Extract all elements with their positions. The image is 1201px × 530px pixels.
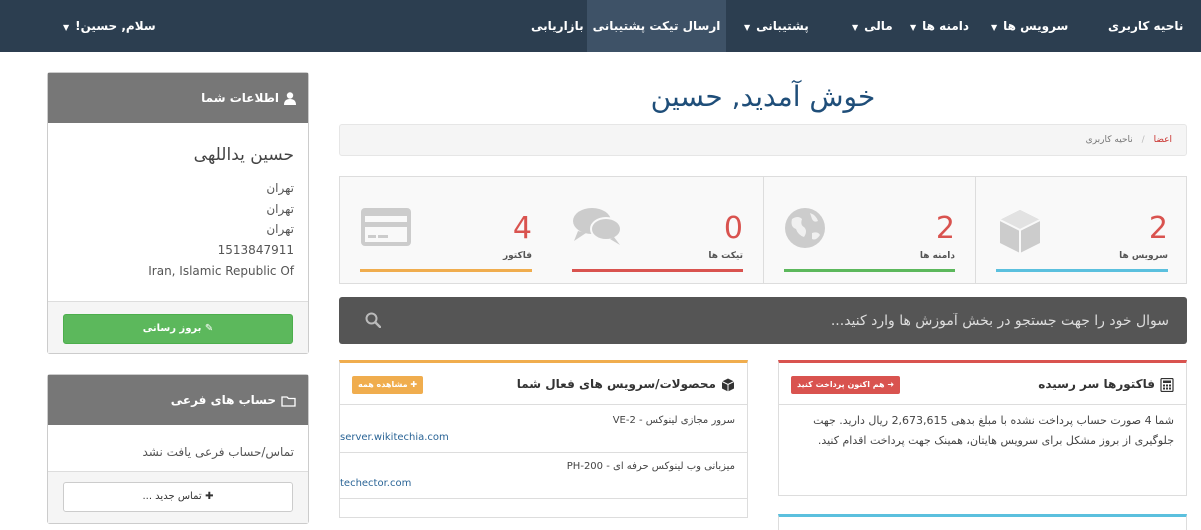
arrow-right-icon: ➜	[884, 380, 895, 389]
view-all-label: مشاهده همه	[358, 380, 408, 389]
stat-domains-label: دامنه ها	[919, 251, 955, 261]
stat-invoices-label: فاکتور	[502, 251, 532, 261]
contacts-panel: حساب های فرعی تماس/حساب فرعی یافت نشد ✚ …	[47, 374, 309, 524]
list-item[interactable]: میزبانی وب لینوکس حرفه ای - PH-200 teche…	[340, 453, 747, 499]
breadcrumb: اعضا / ناحیه کاربری	[339, 124, 1187, 156]
product-name: میزبانی وب لینوکس حرفه ای - PH-200	[566, 461, 735, 472]
profile-address-1: تهران	[266, 181, 294, 195]
profile-address-3: تهران	[266, 222, 294, 236]
stat-tile-domains[interactable]: 2 دامنه ها	[764, 177, 976, 283]
comments-icon	[573, 208, 622, 245]
profile-panel-footer: ✎ بروز رسانی	[48, 301, 308, 353]
nav-open-ticket-label: ارسال تیکت پشتیبانی	[592, 19, 721, 33]
stat-services-label: سرویس ها	[1119, 251, 1168, 261]
nav-greeting-label: سلام, حسین!	[75, 19, 156, 33]
stat-tile-tickets[interactable]: 0 تیکت ها	[552, 177, 764, 283]
chevron-down-icon: ▼	[63, 23, 70, 32]
credit-card-icon	[361, 208, 411, 246]
stat-invoices-count: 4	[512, 211, 532, 246]
kb-search-input[interactable]	[389, 297, 1169, 344]
breadcrumb-separator: /	[1141, 135, 1145, 145]
stat-services-bar	[996, 269, 1168, 272]
stat-tile-invoices[interactable]: 4 فاکتور	[340, 177, 552, 283]
chevron-down-icon: ▼	[910, 23, 917, 32]
globe-icon	[785, 208, 825, 248]
nav-affiliates-label: بازاریابی	[531, 19, 584, 33]
profile-panel: اطلاعات شما حسین یداللهی تهران تهران تهر…	[47, 72, 309, 354]
active-products-card: محصولات/سرویس های فعال شما ✚ مشاهده همه …	[339, 360, 748, 518]
next-card	[778, 514, 1187, 530]
nav-user-area-label: ناحیه کاربری	[1108, 19, 1184, 33]
nav-billing[interactable]: مالی ▼	[852, 0, 893, 52]
list-item[interactable]: سرور مجازی لینوکس - VE-2 server.wikitech…	[340, 407, 747, 453]
cube-icon	[721, 378, 735, 391]
user-icon	[284, 92, 296, 105]
calculator-icon	[1160, 377, 1174, 392]
chevron-down-icon: ▼	[852, 23, 859, 32]
nav-services-label: سرویس ها	[1003, 19, 1069, 33]
nav-support[interactable]: پشتیبانی ▼	[744, 0, 809, 52]
profile-postcode: 1513847911	[217, 243, 294, 257]
folder-icon	[281, 395, 296, 407]
pay-now-label: هم اکنون پرداخت کنید	[797, 380, 885, 389]
nav-open-ticket[interactable]: ارسال تیکت پشتیبانی	[587, 0, 726, 52]
stat-tile-services[interactable]: 2 سرویس ها	[976, 177, 1188, 283]
new-contact-button[interactable]: ✚ تماس جدید ...	[63, 482, 293, 512]
nav-domains-label: دامنه ها	[922, 19, 970, 33]
pencil-icon: ✎	[201, 323, 214, 334]
client-area-page: ناحیه کاربری سرویس ها ▼ دامنه ها ▼ مالی ▼ پ…	[0, 0, 1201, 530]
new-contact-label: تماس جدید ...	[142, 491, 202, 502]
stat-domains-count: 2	[935, 211, 955, 246]
stat-invoices-bar	[360, 269, 532, 272]
breadcrumb-current: ناحیه کاربری	[1085, 135, 1133, 145]
chevron-down-icon: ▼	[744, 23, 751, 32]
active-products-header: محصولات/سرویس های فعال شما ✚ مشاهده همه	[340, 363, 747, 405]
update-profile-button[interactable]: ✎ بروز رسانی	[63, 314, 293, 344]
contacts-panel-title: حساب های فرعی	[170, 393, 276, 407]
contacts-panel-footer: ✚ تماس جدید ...	[48, 471, 308, 523]
nav-support-label: پشتیبانی	[756, 19, 809, 33]
cube-icon	[999, 210, 1041, 253]
search-icon[interactable]	[365, 312, 381, 328]
stats-row: 2 سرویس ها 2 دامنه ها 0 تیکت ها 4 فاکتور	[339, 176, 1187, 284]
product-name: سرور مجازی لینوکس - VE-2	[612, 415, 735, 426]
overdue-invoices-card: فاکتورها سر رسیده ➜ هم اکنون پرداخت کنید…	[778, 360, 1187, 496]
stat-tickets-label: تیکت ها	[708, 251, 743, 261]
nav-services[interactable]: سرویس ها ▼	[991, 0, 1068, 52]
plus-icon: ✚	[201, 491, 214, 502]
nav-domains[interactable]: دامنه ها ▼	[910, 0, 969, 52]
nav-user-area[interactable]: ناحیه کاربری	[1108, 0, 1183, 52]
stat-tickets-count: 0	[723, 211, 743, 246]
nav-user-greeting[interactable]: سلام, حسین! ▼	[63, 0, 156, 52]
active-products-title: محصولات/سرویس های فعال شما	[516, 377, 716, 391]
chevron-down-icon: ▼	[991, 23, 998, 32]
page-title: خوش آمدید, حسین	[650, 80, 876, 113]
stat-tickets-bar	[572, 269, 743, 272]
profile-country: Iran, Islamic Republic Of	[148, 264, 294, 278]
plus-icon: ✚	[407, 380, 418, 389]
profile-address-2: تهران	[266, 202, 294, 216]
contacts-empty-text: تماس/حساب فرعی یافت نشد	[142, 445, 294, 459]
nav-affiliates[interactable]: بازاریابی	[531, 0, 584, 52]
contacts-panel-header: حساب های فرعی	[48, 375, 308, 425]
profile-panel-header: اطلاعات شما	[48, 73, 308, 123]
update-profile-label: بروز رسانی	[142, 323, 202, 334]
product-domain[interactable]: server.wikitechia.com	[340, 432, 735, 443]
stat-services-count: 2	[1148, 211, 1168, 246]
stat-domains-bar	[784, 269, 955, 272]
top-navbar: ناحیه کاربری سرویس ها ▼ دامنه ها ▼ مالی ▼ پ…	[0, 0, 1201, 52]
overdue-invoices-title: فاکتورها سر رسیده	[1038, 377, 1155, 391]
product-domain[interactable]: techector.com	[340, 478, 735, 489]
view-all-products-button[interactable]: ✚ مشاهده همه	[352, 376, 424, 394]
breadcrumb-home[interactable]: اعضا	[1154, 135, 1172, 145]
overdue-invoices-message: شما 4 صورت حساب پرداخت نشده با مبلغ بدهی…	[813, 414, 1174, 447]
profile-name: حسین یداللهی	[193, 145, 294, 165]
kb-search-bar	[339, 297, 1187, 344]
pay-now-button[interactable]: ➜ هم اکنون پرداخت کنید	[791, 376, 901, 394]
nav-billing-label: مالی	[864, 19, 893, 33]
overdue-invoices-header: فاکتورها سر رسیده ➜ هم اکنون پرداخت کنید	[779, 363, 1186, 405]
profile-panel-title: اطلاعات شما	[201, 91, 279, 105]
